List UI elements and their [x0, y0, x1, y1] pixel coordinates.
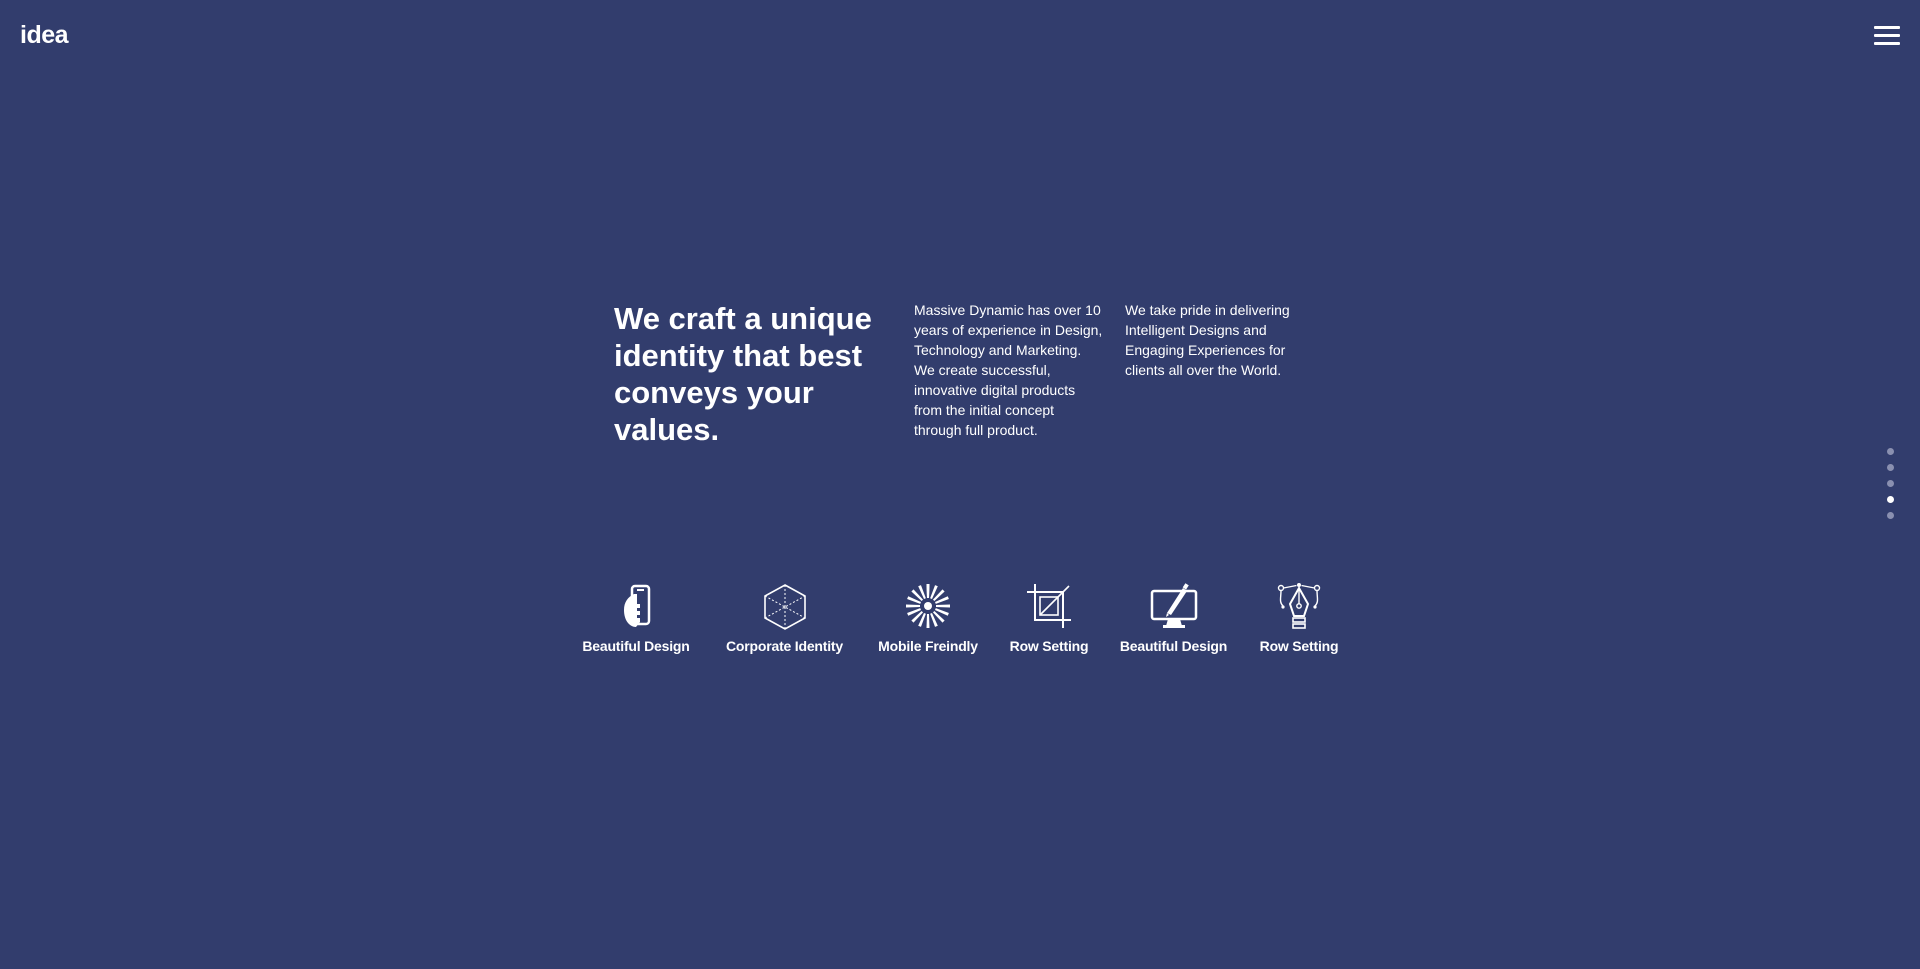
burst-icon: [906, 584, 950, 628]
pagination-dot[interactable]: [1887, 480, 1894, 487]
feature-item[interactable]: Row Setting: [999, 580, 1099, 654]
hamburger-menu-icon[interactable]: [1874, 24, 1900, 46]
feature-label: Mobile Freindly: [878, 638, 978, 654]
pagination-dot-active[interactable]: [1887, 496, 1894, 503]
logo[interactable]: idea: [20, 21, 69, 50]
pagination-dot[interactable]: [1887, 464, 1894, 471]
cube-icon: [763, 584, 806, 630]
monitor-pen-icon: [1150, 583, 1197, 628]
feature-label: Beautiful Design: [1119, 638, 1228, 654]
feature-item[interactable]: Beautiful Design: [571, 580, 701, 654]
pagination-dot[interactable]: [1887, 448, 1894, 455]
section-pagination: [1887, 448, 1895, 528]
feature-item[interactable]: Row Setting: [1249, 580, 1349, 654]
hand-phone-icon: [624, 584, 651, 627]
feature-label: Row Setting: [1259, 638, 1339, 654]
feature-label: Row Setting: [1009, 638, 1089, 654]
feature-item[interactable]: Mobile Freindly: [868, 580, 988, 654]
hero-headline: We craft a unique identity that best con…: [614, 301, 872, 447]
page: idea We craft a unique identity that bes…: [0, 0, 1920, 969]
hero-paragraph-2: We take pride in delivering Intelligent …: [1125, 302, 1290, 378]
pagination-dot[interactable]: [1887, 512, 1894, 519]
crop-icon: [1027, 584, 1071, 628]
feature-item[interactable]: Corporate Identity: [712, 580, 857, 654]
feature-label: Corporate Identity: [726, 638, 843, 654]
feature-label: Beautiful Design: [582, 638, 690, 654]
feature-item[interactable]: Beautiful Design: [1111, 580, 1236, 654]
pen-tool-icon: [1277, 583, 1321, 629]
hero-paragraph-1: Massive Dynamic has over 10 years of exp…: [914, 302, 1103, 438]
